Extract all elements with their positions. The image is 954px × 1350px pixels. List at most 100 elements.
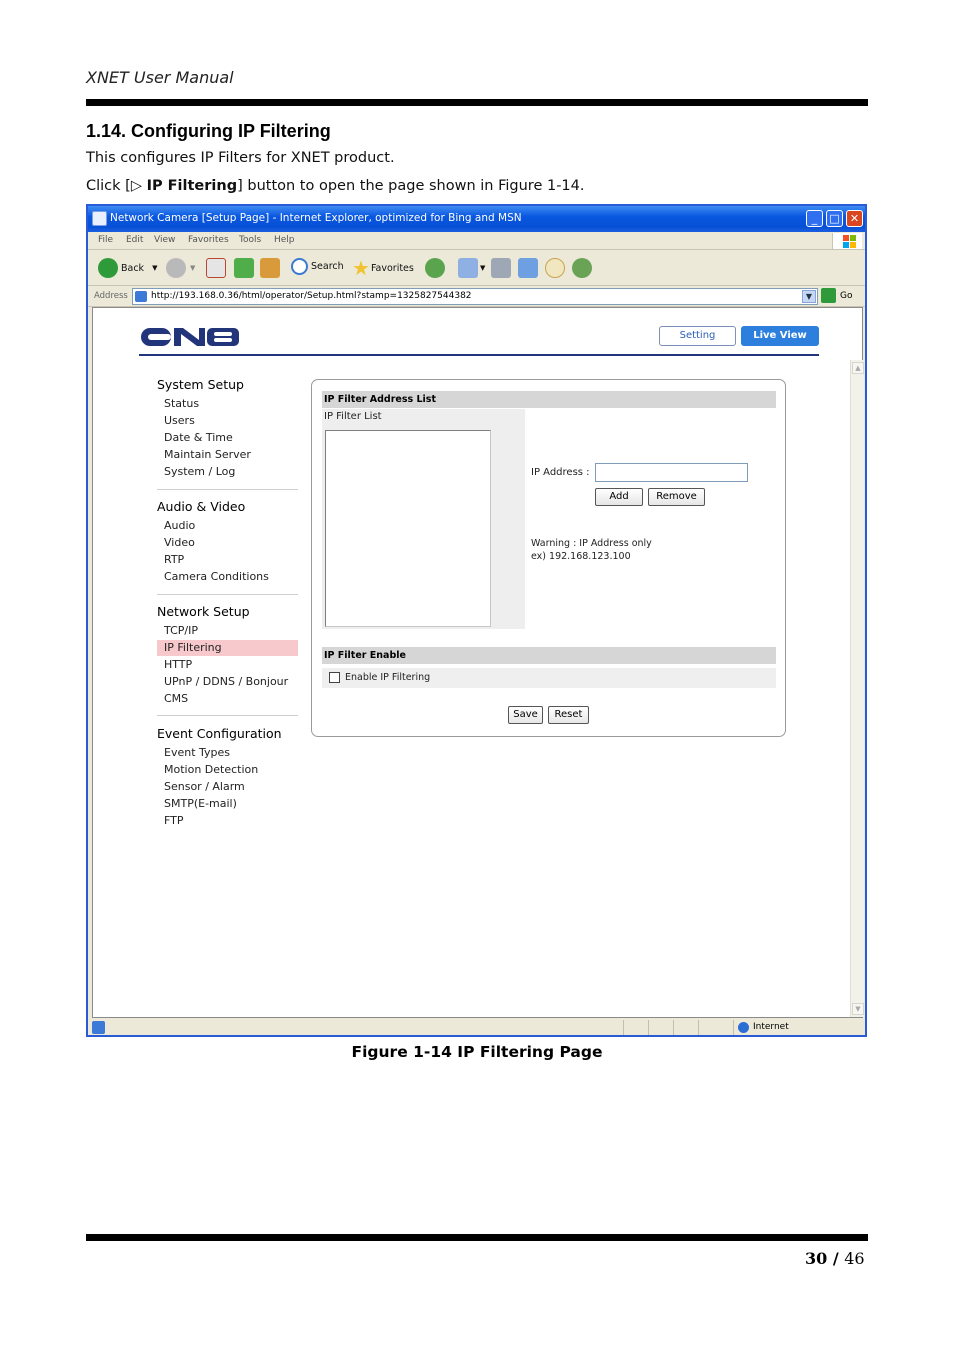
edit-page-icon (518, 258, 538, 278)
history-button[interactable] (425, 258, 445, 278)
edit-button[interactable] (518, 258, 538, 278)
minimize-button[interactable]: _ (806, 210, 823, 227)
nav-item-upnp-ddns-bonjour[interactable]: UPnP / DDNS / Bonjour (157, 674, 298, 690)
nav-item-video[interactable]: Video (157, 535, 298, 551)
security-zone: Internet (753, 1022, 789, 1032)
status-bar: Internet (88, 1018, 865, 1037)
messenger-button[interactable] (572, 258, 592, 278)
address-list-header: IP Filter Address List (322, 391, 776, 408)
browser-window: Network Camera [Setup Page] - Internet E… (86, 204, 867, 1037)
forward-button[interactable]: ▼ (166, 258, 195, 278)
nav-heading-system-setup[interactable]: System Setup (157, 377, 244, 392)
nav-item-ip-filtering[interactable]: IP Filtering (157, 640, 298, 656)
forward-arrow-icon (166, 258, 186, 278)
refresh-button[interactable] (234, 258, 254, 278)
enable-row: Enable IP Filtering (322, 668, 776, 688)
nav-item-rtp[interactable]: RTP (157, 552, 298, 568)
enable-ip-filtering-label: Enable IP Filtering (345, 672, 431, 683)
favorites-button[interactable]: ★ Favorites (352, 258, 414, 278)
print-button[interactable] (491, 258, 511, 278)
remove-button[interactable]: Remove (648, 488, 705, 506)
nav-item-camera-conditions[interactable]: Camera Conditions (157, 569, 298, 585)
refresh-icon (234, 258, 254, 278)
nav-item-maintain-server[interactable]: Maintain Server (157, 447, 298, 463)
nav-item-audio[interactable]: Audio (157, 518, 298, 534)
close-button[interactable]: ✕ (846, 210, 863, 227)
ip-filter-listbox[interactable] (325, 430, 491, 627)
maximize-button[interactable]: □ (826, 210, 843, 227)
nav-item-users[interactable]: Users (157, 413, 298, 429)
nav-item-date-time[interactable]: Date & Time (157, 430, 298, 446)
back-button[interactable]: Back ▼ (98, 258, 157, 278)
setting-button[interactable]: Setting (659, 326, 736, 346)
research-button[interactable] (545, 258, 565, 278)
address-input[interactable]: http://193.168.0.36/html/operator/Setup.… (132, 288, 818, 305)
status-divider (733, 1020, 734, 1035)
nav-item-smtp[interactable]: SMTP(E-mail) (157, 796, 298, 812)
search-icon (291, 258, 308, 275)
menu-help[interactable]: Help (274, 235, 295, 245)
address-label: Address (94, 291, 128, 301)
nav-item-system-log[interactable]: System / Log (157, 464, 298, 480)
page-status-icon (92, 1021, 105, 1034)
stop-button[interactable] (206, 258, 226, 278)
nav-item-sensor-alarm[interactable]: Sensor / Alarm (157, 779, 298, 795)
add-button[interactable]: Add (595, 488, 643, 506)
nav-heading-audio-video[interactable]: Audio & Video (157, 499, 245, 514)
nav-item-status[interactable]: Status (157, 396, 298, 412)
messenger-icon (572, 258, 592, 278)
mail-button[interactable]: ▼ (458, 258, 485, 278)
address-bar: Address http://193.168.0.36/html/operato… (88, 287, 865, 307)
search-button[interactable]: Search (291, 258, 344, 275)
nav-item-http[interactable]: HTTP (157, 657, 298, 673)
menu-view[interactable]: View (154, 235, 175, 245)
nav-item-motion-detection[interactable]: Motion Detection (157, 762, 298, 778)
menu-tools[interactable]: Tools (239, 235, 261, 245)
home-icon (260, 258, 280, 278)
status-divider (623, 1020, 624, 1035)
menu-bar: File Edit View Favorites Tools Help (88, 232, 865, 250)
instruction-bold: IP Filtering (146, 178, 238, 194)
nav-item-ftp[interactable]: FTP (157, 813, 298, 829)
address-url: http://193.168.0.36/html/operator/Setup.… (151, 291, 472, 301)
scroll-up-icon[interactable]: ▲ (852, 362, 864, 374)
menu-file[interactable]: File (98, 235, 113, 245)
ip-address-label: IP Address : (531, 467, 590, 478)
star-icon: ★ (352, 256, 370, 280)
figure-caption: Figure 1-14 IP Filtering Page (351, 1043, 603, 1061)
nav-heading-event-configuration[interactable]: Event Configuration (157, 726, 282, 741)
nav-item-tcp-ip[interactable]: TCP/IP (157, 623, 298, 639)
footer-rule (86, 1234, 868, 1241)
menu-favorites[interactable]: Favorites (188, 235, 229, 245)
stop-icon (206, 258, 226, 278)
nav-item-cms[interactable]: CMS (157, 691, 298, 707)
browser-toolbar: Back ▼ ▼ Search ★ Favorites ▼ (88, 251, 865, 286)
globe-icon (738, 1022, 749, 1033)
reset-button[interactable]: Reset (548, 706, 589, 724)
nav-divider (157, 489, 298, 490)
go-arrow-icon (821, 288, 836, 303)
mail-icon (458, 258, 478, 278)
address-dropdown-icon[interactable]: ▼ (802, 290, 816, 303)
ip-address-input[interactable] (595, 463, 748, 482)
warning-text: Warning : IP Address only (531, 538, 652, 549)
header-rule (86, 99, 868, 106)
enable-ip-filtering-checkbox[interactable] (329, 672, 340, 683)
filter-enable-header: IP Filter Enable (322, 647, 776, 664)
intro-paragraph: This configures IP Filters for XNET prod… (86, 150, 395, 166)
nav-divider (157, 594, 298, 595)
filter-list-label: IP Filter List (324, 411, 382, 422)
save-button[interactable]: Save (508, 706, 543, 724)
go-button[interactable]: Go (821, 288, 852, 303)
cnb-logo (141, 326, 241, 348)
ip-filter-panel: IP Filter Address List IP Filter List IP… (311, 379, 786, 737)
home-button[interactable] (260, 258, 280, 278)
vertical-scrollbar[interactable]: ▲ ▼ (850, 360, 864, 1017)
example-text: ex) 192.168.123.100 (531, 551, 631, 562)
scroll-down-icon[interactable]: ▼ (852, 1003, 864, 1015)
nav-item-event-types[interactable]: Event Types (157, 745, 298, 761)
menu-edit[interactable]: Edit (126, 235, 143, 245)
live-view-button[interactable]: Live View (741, 326, 819, 346)
page-number: 30 / 46 (805, 1249, 865, 1268)
nav-heading-network-setup[interactable]: Network Setup (157, 604, 250, 619)
